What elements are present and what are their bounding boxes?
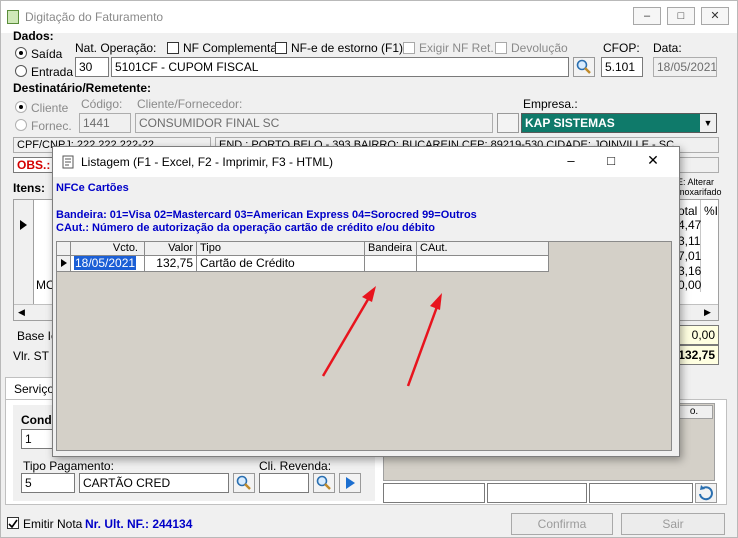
arrow-to-bandeira	[321, 295, 372, 377]
arrow-to-caut	[406, 303, 440, 387]
arrow-head-caut	[430, 293, 442, 310]
annotation-arrows	[321, 286, 442, 387]
arrow-head-bandeira	[362, 286, 376, 302]
